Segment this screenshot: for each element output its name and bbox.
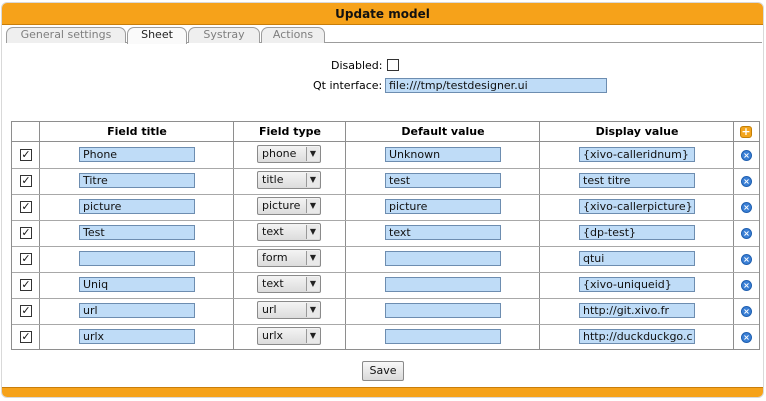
table-row: ✓ Phone phone ▼ Unknown {xivo-calleridnum… (12, 142, 759, 168)
display-value-input[interactable]: {xivo-calleridnum} (579, 147, 695, 162)
dropdown-arrow-icon: ▼ (306, 199, 319, 213)
field-type-select[interactable]: phone ▼ (257, 145, 321, 163)
display-value-input[interactable]: {dp-test} (579, 225, 695, 240)
table-row: ✓ url url ▼ http://git.xivo.fr × (12, 298, 759, 324)
tab-bar: General settings Sheet Systray Actions (6, 27, 762, 44)
qt-interface-field[interactable]: file:///tmp/testdesigner.ui (385, 78, 607, 93)
dropdown-arrow-icon: ▼ (306, 225, 319, 239)
dropdown-arrow-icon: ▼ (306, 173, 319, 187)
row-checkbox[interactable]: ✓ (20, 201, 32, 213)
tab-systray[interactable]: Systray (188, 27, 260, 43)
footer-bar (2, 387, 763, 397)
row-checkbox[interactable]: ✓ (20, 149, 32, 161)
table-row: ✓ urlx urlx ▼ http://duckduckgo.c × (12, 324, 759, 350)
row-checkbox[interactable]: ✓ (20, 175, 32, 187)
dropdown-arrow-icon: ▼ (306, 147, 319, 161)
dropdown-arrow-icon: ▼ (306, 251, 319, 265)
field-type-value: text (262, 277, 284, 290)
field-title-input[interactable]: Phone (79, 147, 195, 162)
field-type-select[interactable]: form ▼ (257, 249, 321, 267)
field-type-value: text (262, 225, 284, 238)
display-value-input[interactable]: http://duckduckgo.c (579, 329, 695, 344)
delete-row-icon[interactable]: × (741, 176, 752, 187)
field-type-value: form (262, 251, 288, 264)
title-bar: Update model (2, 3, 763, 25)
tab-actions[interactable]: Actions (261, 27, 325, 43)
table-row: ✓ Test text ▼ text {dp-test} × (12, 220, 759, 246)
delete-row-icon[interactable]: × (741, 280, 752, 291)
dialog-window: Update model General settings Sheet Syst… (1, 2, 764, 398)
delete-row-icon[interactable]: × (741, 306, 752, 317)
header-actions: + (734, 122, 759, 142)
qt-interface-label: Qt interface: (313, 79, 383, 92)
field-type-value: url (262, 303, 277, 316)
add-row-icon[interactable]: + (740, 126, 752, 138)
row-checkbox[interactable]: ✓ (20, 305, 32, 317)
default-value-input[interactable]: Unknown (385, 147, 501, 162)
save-button[interactable]: Save (362, 361, 404, 381)
row-checkbox[interactable]: ✓ (20, 227, 32, 239)
default-value-input[interactable] (385, 251, 501, 266)
row-checkbox[interactable]: ✓ (20, 279, 32, 291)
table-row: ✓ form ▼ qtui × (12, 246, 759, 272)
field-type-value: title (262, 173, 284, 186)
default-value-input[interactable]: test (385, 173, 501, 188)
field-title-input[interactable] (79, 251, 195, 266)
table-row: ✓ Titre title ▼ test test titre × (12, 168, 759, 194)
field-type-select[interactable]: picture ▼ (257, 197, 321, 215)
header-field-type: Field type (234, 122, 346, 142)
table-row: ✓ Uniq text ▼ {xivo-uniqueid} × (12, 272, 759, 298)
header-field-title: Field title (40, 122, 234, 142)
fields-table: Field title Field type Default value Dis… (11, 121, 760, 350)
delete-row-icon[interactable]: × (741, 202, 752, 213)
delete-row-icon[interactable]: × (741, 228, 752, 239)
field-title-input[interactable]: urlx (79, 329, 195, 344)
default-value-input[interactable] (385, 329, 501, 344)
display-value-input[interactable]: http://git.xivo.fr (579, 303, 695, 318)
row-checkbox[interactable]: ✓ (20, 331, 32, 343)
display-value-input[interactable]: test titre (579, 173, 695, 188)
field-title-input[interactable]: picture (79, 199, 195, 214)
field-type-value: picture (262, 199, 301, 212)
dropdown-arrow-icon: ▼ (306, 303, 319, 317)
field-type-value: urlx (262, 329, 284, 342)
default-value-input[interactable]: text (385, 225, 501, 240)
field-type-select[interactable]: text ▼ (257, 223, 321, 241)
dropdown-arrow-icon: ▼ (306, 277, 319, 291)
field-type-value: phone (262, 147, 297, 160)
field-type-select[interactable]: urlx ▼ (257, 327, 321, 345)
field-type-select[interactable]: title ▼ (257, 171, 321, 189)
row-checkbox[interactable]: ✓ (20, 253, 32, 265)
field-title-input[interactable]: Uniq (79, 277, 195, 292)
display-value-input[interactable]: {xivo-uniqueid} (579, 277, 695, 292)
tab-sheet[interactable]: Sheet (127, 27, 187, 44)
disabled-label: Disabled: (331, 59, 383, 72)
field-title-input[interactable]: Titre (79, 173, 195, 188)
dropdown-arrow-icon: ▼ (306, 329, 319, 343)
field-type-select[interactable]: text ▼ (257, 275, 321, 293)
default-value-input[interactable] (385, 277, 501, 292)
tab-general-settings[interactable]: General settings (6, 27, 126, 43)
delete-row-icon[interactable]: × (741, 150, 752, 161)
display-value-input[interactable]: {xivo-callerpicture} (579, 199, 695, 214)
disabled-checkbox[interactable] (387, 59, 399, 71)
default-value-input[interactable] (385, 303, 501, 318)
display-value-input[interactable]: qtui (579, 251, 695, 266)
header-check (12, 122, 40, 142)
delete-row-icon[interactable]: × (741, 332, 752, 343)
window-title: Update model (335, 7, 430, 21)
header-display-value: Display value (540, 122, 734, 142)
default-value-input[interactable]: picture (385, 199, 501, 214)
field-type-select[interactable]: url ▼ (257, 301, 321, 319)
field-title-input[interactable]: url (79, 303, 195, 318)
table-row: ✓ picture picture ▼ picture {xivo-callerp… (12, 194, 759, 220)
header-default-value: Default value (346, 122, 540, 142)
delete-row-icon[interactable]: × (741, 254, 752, 265)
field-title-input[interactable]: Test (79, 225, 195, 240)
